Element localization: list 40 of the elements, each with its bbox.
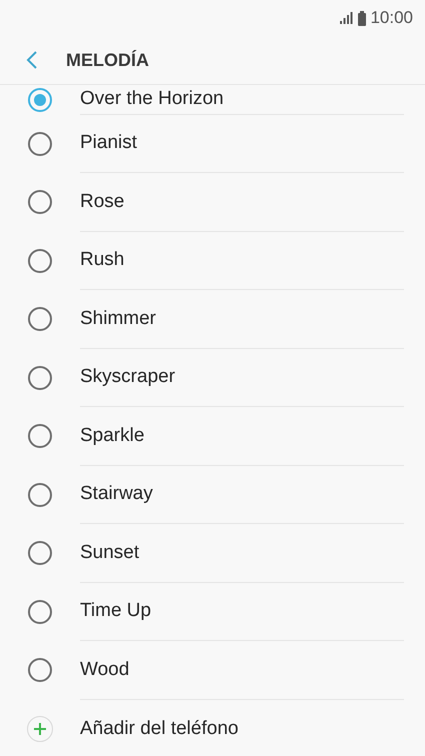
item-label: Wood bbox=[80, 658, 130, 682]
radio-button[interactable] bbox=[28, 132, 52, 156]
item-label: Pianist bbox=[80, 131, 138, 155]
radio-button[interactable] bbox=[28, 658, 52, 682]
radio-button[interactable] bbox=[28, 307, 52, 332]
radio-button[interactable] bbox=[28, 366, 52, 390]
item-label: Sparkle bbox=[80, 424, 144, 448]
item-label: Rush bbox=[80, 248, 124, 272]
list-item[interactable]: Wood bbox=[0, 641, 425, 700]
list-item[interactable]: Sunset bbox=[0, 524, 425, 582]
list-item[interactable]: Skyscraper bbox=[0, 348, 425, 407]
radio-button[interactable] bbox=[28, 424, 52, 448]
add-icon bbox=[26, 716, 52, 742]
radio-button[interactable] bbox=[28, 482, 52, 507]
list-item[interactable]: Rose bbox=[0, 173, 425, 232]
screen-title: MELODÍA bbox=[66, 48, 149, 72]
item-label: Time Up bbox=[80, 599, 152, 623]
item-label: Shimmer bbox=[80, 306, 156, 330]
status-time: 10:00 bbox=[370, 7, 413, 30]
battery-icon bbox=[358, 10, 366, 26]
radio-button[interactable] bbox=[28, 248, 52, 273]
list-item[interactable]: Over the Horizon bbox=[0, 85, 425, 114]
list-item[interactable]: Shimmer bbox=[0, 290, 425, 348]
item-label: Añadir del teléfono bbox=[80, 716, 238, 740]
signal-icon bbox=[340, 12, 354, 24]
radio-button[interactable] bbox=[28, 190, 52, 214]
radio-button[interactable] bbox=[28, 541, 52, 566]
item-label: Rose bbox=[80, 190, 124, 214]
list-item[interactable]: Stairway bbox=[0, 466, 425, 524]
list-item[interactable]: Pianist bbox=[0, 114, 425, 173]
list-item[interactable]: Sparkle bbox=[0, 407, 425, 466]
item-label: Stairway bbox=[80, 482, 153, 506]
list-item[interactable]: Time Up bbox=[0, 582, 425, 641]
radio-selected[interactable] bbox=[28, 88, 52, 112]
item-label: Over the Horizon bbox=[80, 87, 224, 111]
item-label: Sunset bbox=[80, 540, 140, 564]
list-item[interactable]: Añadir del teléfono bbox=[0, 700, 425, 756]
radio-button[interactable] bbox=[28, 600, 52, 624]
item-label: Skyscraper bbox=[80, 365, 176, 389]
list-item[interactable]: Rush bbox=[0, 232, 425, 290]
